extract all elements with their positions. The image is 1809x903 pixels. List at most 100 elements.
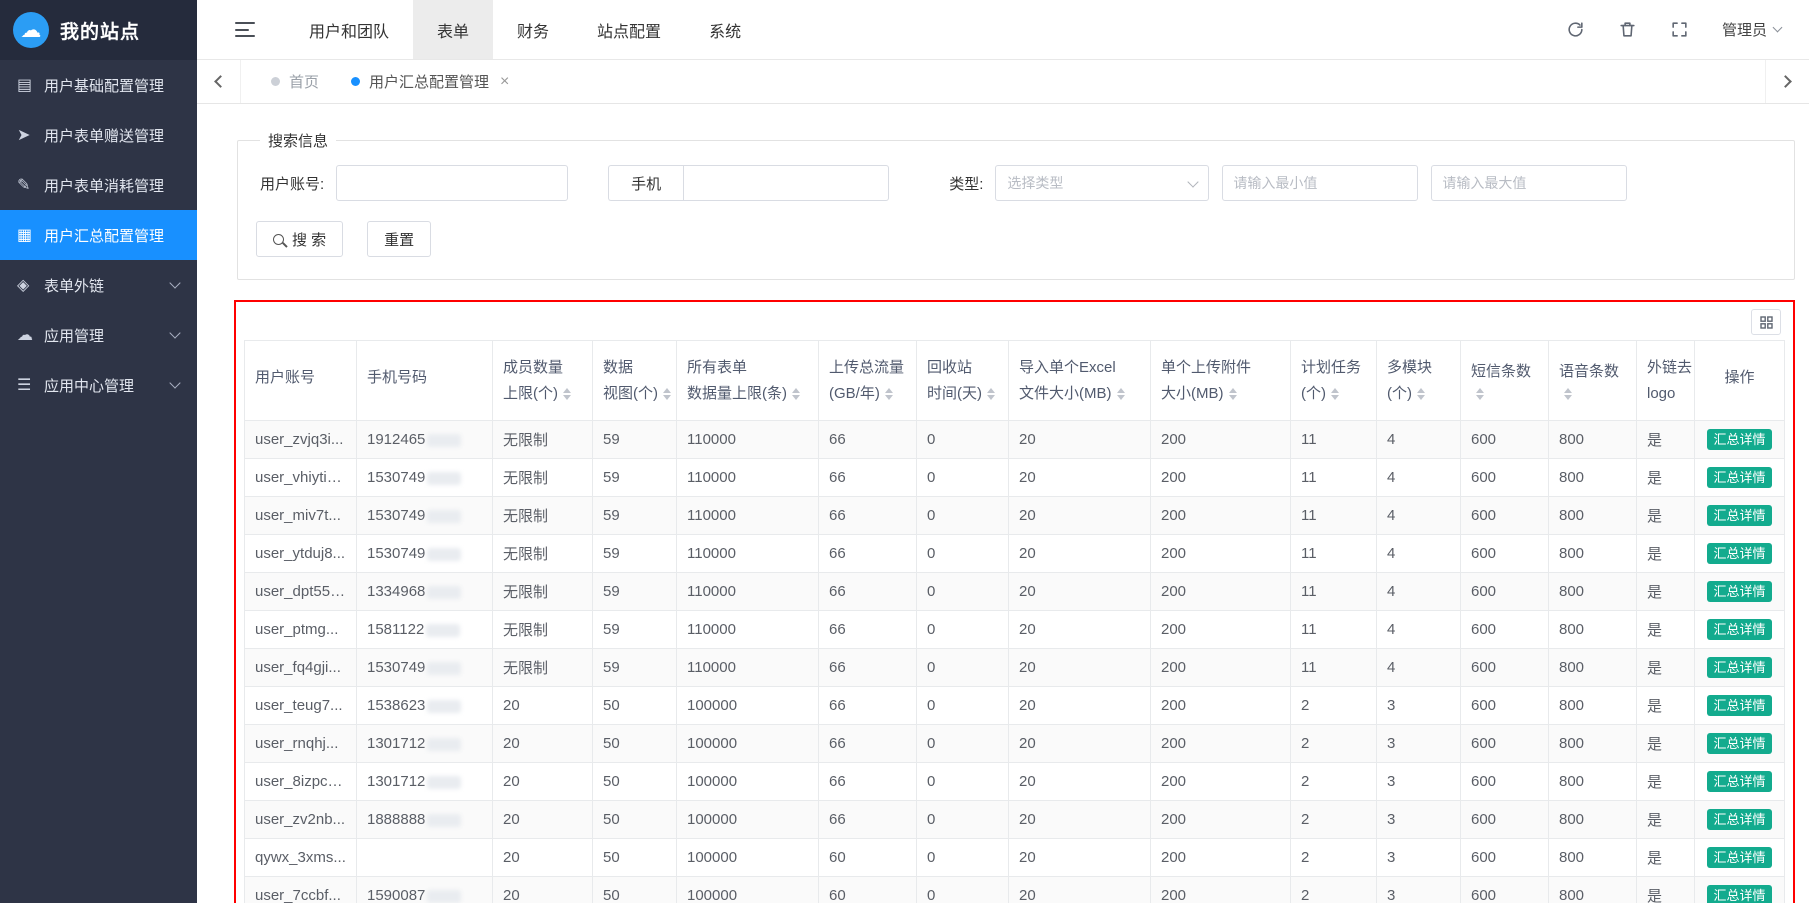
- cell-voice: 800: [1549, 421, 1637, 459]
- column-header[interactable]: 成员数量 上限(个): [493, 341, 593, 421]
- sort-carets-icon[interactable]: [663, 388, 671, 400]
- cell-action: 汇总详情: [1695, 763, 1785, 801]
- summary-detail-button[interactable]: 汇总详情: [1707, 847, 1771, 868]
- column-header[interactable]: 所有表单 数据量上限(条): [677, 341, 819, 421]
- tab[interactable]: 首页: [255, 60, 335, 103]
- nav-item[interactable]: 财务: [493, 0, 573, 59]
- column-settings-button[interactable]: [1751, 309, 1781, 335]
- table-row: user_teug7... 1538623 20 50 100000 66 0 …: [245, 687, 1785, 725]
- cell-account: user_dpt55t...: [245, 573, 357, 611]
- cell-recycle-days: 0: [917, 421, 1009, 459]
- sort-carets-icon[interactable]: [1331, 388, 1339, 400]
- cell-account: user_ptmg...: [245, 611, 357, 649]
- summary-detail-button[interactable]: 汇总详情: [1707, 695, 1771, 716]
- type-select[interactable]: 选择类型: [995, 165, 1209, 201]
- hamburger-icon[interactable]: [235, 22, 255, 37]
- cell-upload-gb: 66: [819, 649, 917, 687]
- sort-carets-icon[interactable]: [987, 388, 995, 400]
- column-header-line1: 语音条数: [1559, 362, 1626, 382]
- sort-caret-up-icon: [563, 388, 571, 393]
- summary-detail-button[interactable]: 汇总详情: [1707, 733, 1771, 754]
- summary-detail-button[interactable]: 汇总详情: [1707, 809, 1771, 830]
- column-header[interactable]: 导入单个Excel 文件大小(MB): [1009, 341, 1151, 421]
- column-header-line1: 导入单个Excel: [1019, 358, 1140, 378]
- sidebar-item[interactable]: ▦ 用户汇总配置管理: [0, 210, 197, 260]
- column-header[interactable]: 单个上传附件 大小(MB): [1151, 341, 1291, 421]
- summary-detail-button[interactable]: 汇总详情: [1707, 505, 1771, 526]
- column-header[interactable]: 操作: [1695, 341, 1785, 421]
- cell-member-limit: 20: [493, 839, 593, 877]
- column-header[interactable]: 用户账号: [245, 341, 357, 421]
- nav-item[interactable]: 系统: [685, 0, 765, 59]
- sort-caret-up-icon: [663, 388, 671, 393]
- summary-detail-button[interactable]: 汇总详情: [1707, 619, 1771, 640]
- nav-item[interactable]: 表单: [413, 0, 493, 59]
- column-header[interactable]: 上传总流量 (GB/年): [819, 341, 917, 421]
- tab[interactable]: 用户汇总配置管理 ×: [335, 60, 525, 103]
- summary-detail-button[interactable]: 汇总详情: [1707, 543, 1771, 564]
- sidebar-item[interactable]: ▤ 用户基础配置管理: [0, 60, 197, 110]
- refresh-icon[interactable]: [1566, 20, 1586, 40]
- column-header[interactable]: 手机号码: [357, 341, 493, 421]
- search-button[interactable]: 搜 索: [256, 221, 343, 257]
- sort-carets-icon[interactable]: [1476, 388, 1484, 400]
- cell-upload-gb: 60: [819, 877, 917, 903]
- min-value-input[interactable]: [1222, 165, 1418, 201]
- sort-carets-icon[interactable]: [792, 388, 800, 400]
- summary-detail-button[interactable]: 汇总详情: [1707, 467, 1771, 488]
- sidebar-item[interactable]: ◈ 表单外链: [0, 260, 197, 310]
- tabs-scroll-right-button[interactable]: [1765, 60, 1809, 103]
- column-header[interactable]: 多模块 (个): [1377, 341, 1461, 421]
- masked-text: [427, 548, 461, 561]
- cell-modules: 3: [1377, 839, 1461, 877]
- sidebar-item[interactable]: ☰ 应用中心管理: [0, 360, 197, 410]
- nav-item[interactable]: 用户和团队: [285, 0, 413, 59]
- sort-carets-icon[interactable]: [1229, 388, 1237, 400]
- cell-upload-gb: 66: [819, 459, 917, 497]
- trash-icon[interactable]: [1618, 20, 1638, 40]
- column-header[interactable]: 外链去 logo: [1637, 341, 1695, 421]
- masked-text: [427, 890, 461, 903]
- summary-detail-button[interactable]: 汇总详情: [1707, 885, 1771, 903]
- cell-upload-gb: 66: [819, 687, 917, 725]
- column-header[interactable]: 计划任务 (个): [1291, 341, 1377, 421]
- cell-sms: 600: [1461, 687, 1549, 725]
- phone-input[interactable]: [683, 165, 889, 201]
- account-input[interactable]: [336, 165, 568, 201]
- column-header[interactable]: 数据 视图(个): [593, 341, 677, 421]
- summary-detail-button[interactable]: 汇总详情: [1707, 429, 1771, 450]
- cell-upload-gb: 66: [819, 611, 917, 649]
- sort-carets-icon[interactable]: [885, 388, 893, 400]
- column-header[interactable]: 短信条数: [1461, 341, 1549, 421]
- cell-form-rows-limit: 100000: [677, 763, 819, 801]
- sidebar: ☁ 我的站点 ▤ 用户基础配置管理 ➤ 用户表单赠送管理 ✎: [0, 0, 197, 903]
- tabs-scroll-left-button[interactable]: [197, 60, 241, 103]
- summary-detail-button[interactable]: 汇总详情: [1707, 771, 1771, 792]
- max-value-input[interactable]: [1431, 165, 1627, 201]
- table-row: user_8izpcv... 1301712 20 50 100000 66 0…: [245, 763, 1785, 801]
- sidebar-item[interactable]: ✎ 用户表单消耗管理: [0, 160, 197, 210]
- reset-button[interactable]: 重置: [367, 221, 431, 257]
- column-header[interactable]: 语音条数: [1549, 341, 1637, 421]
- summary-detail-button[interactable]: 汇总详情: [1707, 657, 1771, 678]
- summary-detail-button[interactable]: 汇总详情: [1707, 581, 1771, 602]
- user-menu[interactable]: 管理员: [1722, 19, 1781, 40]
- masked-text: [427, 434, 461, 447]
- chevron-down-icon: [169, 377, 180, 388]
- nav-item[interactable]: 站点配置: [573, 0, 685, 59]
- cell-modules: 4: [1377, 421, 1461, 459]
- sort-carets-icon[interactable]: [563, 388, 571, 400]
- cell-form-rows-limit: 110000: [677, 459, 819, 497]
- sort-carets-icon[interactable]: [1117, 388, 1125, 400]
- sort-carets-icon[interactable]: [1564, 388, 1572, 400]
- fullscreen-icon[interactable]: [1670, 20, 1690, 40]
- sort-carets-icon[interactable]: [1417, 388, 1425, 400]
- close-icon[interactable]: ×: [500, 74, 509, 90]
- column-header[interactable]: 回收站 时间(天): [917, 341, 1009, 421]
- cell-attach-mb: 200: [1151, 801, 1291, 839]
- cell-upload-gb: 66: [819, 725, 917, 763]
- sidebar-item[interactable]: ☁ 应用管理: [0, 310, 197, 360]
- table-row: user_ytduj8... 1530749 无限制 59 110000 66 …: [245, 535, 1785, 573]
- cell-tasks: 11: [1291, 611, 1377, 649]
- sidebar-item[interactable]: ➤ 用户表单赠送管理: [0, 110, 197, 160]
